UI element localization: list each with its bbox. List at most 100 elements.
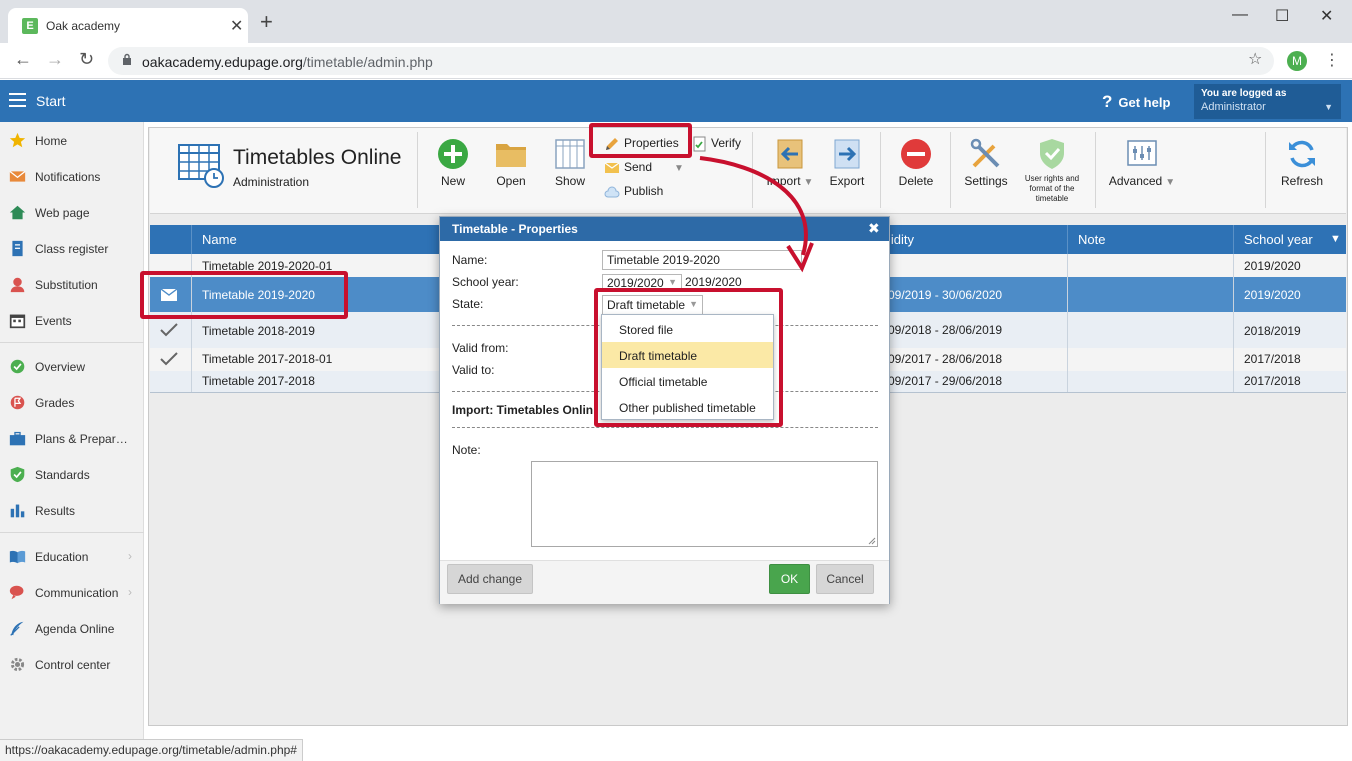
- sidebar-item-events[interactable]: Events: [0, 306, 144, 336]
- sidebar-item-label: Plans & Prepar…: [35, 432, 128, 446]
- forward-arrow-icon[interactable]: →: [46, 49, 64, 70]
- ribbon-divider: [880, 132, 881, 208]
- sidebar-item-plans[interactable]: Plans & Prepar…: [0, 424, 144, 454]
- sidebar-item-agenda-online[interactable]: Agenda Online: [0, 614, 144, 644]
- browser-tab[interactable]: E Oak academy ✕: [8, 8, 248, 43]
- column-header-note[interactable]: Note: [1078, 232, 1105, 247]
- settings-button[interactable]: Settings: [962, 138, 1010, 188]
- sidebar-item-label: Results: [35, 504, 76, 518]
- minimize-icon[interactable]: —: [1232, 6, 1248, 24]
- chevron-down-icon[interactable]: ▼: [674, 163, 684, 174]
- sidebar-item-control-center[interactable]: Control center: [0, 650, 144, 680]
- status-bar-url: https://oakacademy.edupage.org/timetable…: [0, 739, 303, 761]
- send-button[interactable]: Send ▼: [604, 160, 684, 175]
- chat-icon: [9, 585, 24, 600]
- tab-close-icon[interactable]: ✕: [230, 16, 243, 36]
- shield-check-icon[interactable]: [1038, 138, 1066, 170]
- browser-menu-icon[interactable]: ⋮: [1324, 50, 1340, 70]
- sidebar-item-label: Notifications: [35, 170, 101, 184]
- tools-icon: [970, 138, 1000, 168]
- browser-toolbar: ← → ↻ oakacademy.edupage.org/timetable/a…: [0, 43, 1352, 79]
- sidebar-item-education[interactable]: Education ›: [0, 542, 144, 572]
- verify-icon: [693, 136, 706, 152]
- window-close-icon[interactable]: ✕: [1320, 6, 1333, 26]
- state-label: State:: [452, 297, 484, 311]
- advanced-button[interactable]: Advanced ▼: [1106, 138, 1178, 188]
- ribbon-divider: [417, 132, 418, 208]
- row-school-year: 2018/2019: [1244, 324, 1301, 338]
- sidebar-item-label: Communication: [35, 586, 119, 600]
- sidebar-item-grades[interactable]: Grades: [0, 388, 144, 418]
- user-account-dropdown[interactable]: You are logged as Administrator ▼: [1194, 84, 1341, 119]
- chevron-down-icon: ▼: [1165, 177, 1176, 188]
- new-button[interactable]: New: [433, 138, 473, 188]
- delete-button[interactable]: Delete: [895, 138, 937, 188]
- column-divider: [1067, 225, 1068, 254]
- publish-button[interactable]: Publish: [604, 184, 663, 198]
- sidebar-item-results[interactable]: Results: [0, 496, 144, 526]
- start-link[interactable]: Start: [36, 93, 66, 109]
- sidebar-divider: [0, 532, 144, 533]
- publish-label: Publish: [624, 184, 664, 198]
- column-header-validity[interactable]: lidity: [888, 232, 914, 247]
- name-input[interactable]: Timetable 2019-2020: [602, 250, 802, 270]
- sidebar-item-substitution[interactable]: Substitution: [0, 270, 144, 300]
- ok-button[interactable]: OK: [769, 564, 810, 594]
- close-icon[interactable]: ✖: [868, 220, 880, 237]
- resize-handle-icon[interactable]: [868, 537, 876, 545]
- sidebar-item-overview[interactable]: Overview: [0, 352, 144, 382]
- row-school-year: 2017/2018: [1244, 374, 1301, 388]
- bookmark-star-icon[interactable]: ☆: [1248, 49, 1262, 69]
- row-name: Timetable 2017-2018-01: [202, 352, 333, 366]
- verify-button[interactable]: Verify: [693, 136, 741, 152]
- sidebar-item-label: Home: [35, 134, 68, 148]
- note-textarea[interactable]: [531, 461, 878, 547]
- checkmark-icon: [160, 323, 178, 337]
- maximize-icon[interactable]: ☐: [1275, 6, 1289, 26]
- sidebar-item-label: Grades: [35, 396, 75, 410]
- new-tab-icon[interactable]: +: [260, 11, 273, 33]
- envelope-icon: [604, 162, 620, 173]
- tab-title: Oak academy: [46, 19, 121, 33]
- dialog-footer: Add change OK Cancel: [440, 560, 889, 604]
- page-subtitle: Administration: [233, 175, 310, 189]
- annotation-highlight-state: [594, 288, 783, 427]
- row-validity: 09/2017 - 28/06/2018: [888, 352, 1003, 366]
- annotation-highlight-properties: [589, 123, 692, 158]
- user-rights-button[interactable]: User rights and format of the timetable: [1017, 174, 1087, 204]
- cancel-button[interactable]: Cancel: [816, 564, 874, 594]
- hamburger-menu-icon[interactable]: [9, 93, 26, 107]
- send-label: Send: [624, 160, 653, 174]
- timetable-grid-icon: [178, 144, 224, 188]
- lock-icon: [123, 53, 131, 65]
- get-help-link[interactable]: ? Get help: [1102, 92, 1170, 112]
- sidebar-item-class-register[interactable]: Class register: [0, 234, 144, 264]
- sidebar-item-label: Agenda Online: [35, 622, 115, 636]
- plus-circle-icon: [438, 139, 468, 169]
- logged-as-title: You are logged as: [1201, 88, 1287, 99]
- envelope-icon: [9, 170, 26, 182]
- column-header-name[interactable]: Name: [202, 232, 237, 247]
- profile-avatar[interactable]: M: [1287, 51, 1307, 71]
- sort-arrow-icon[interactable]: ▼: [1330, 233, 1341, 245]
- sidebar-item-home[interactable]: Home: [0, 126, 144, 156]
- export-button[interactable]: Export: [826, 138, 868, 188]
- address-bar[interactable]: oakacademy.edupage.org/timetable/admin.p…: [108, 47, 1274, 75]
- add-change-button[interactable]: Add change: [447, 564, 533, 594]
- sidebar-item-standards[interactable]: Standards: [0, 460, 144, 490]
- row-school-year: 2019/2020: [1244, 288, 1301, 302]
- reload-icon[interactable]: ↻: [79, 49, 94, 70]
- open-button[interactable]: Open: [490, 138, 532, 188]
- refresh-button[interactable]: Refresh: [1278, 138, 1326, 188]
- column-header-school-year[interactable]: School year: [1244, 232, 1313, 247]
- sidebar-item-web-page[interactable]: Web page: [0, 198, 144, 228]
- sidebar-item-notifications[interactable]: Notifications: [0, 162, 144, 192]
- valid-to-label: Valid to:: [452, 363, 495, 377]
- import-button[interactable]: Import ▼: [764, 138, 816, 188]
- sidebar-item-communication[interactable]: Communication ›: [0, 578, 144, 608]
- back-arrow-icon[interactable]: ←: [14, 49, 32, 70]
- url-host: oakacademy.edupage.org: [142, 54, 303, 70]
- advanced-label: Advanced: [1108, 174, 1163, 188]
- show-button[interactable]: Show: [550, 138, 590, 188]
- get-help-label: Get help: [1118, 95, 1171, 110]
